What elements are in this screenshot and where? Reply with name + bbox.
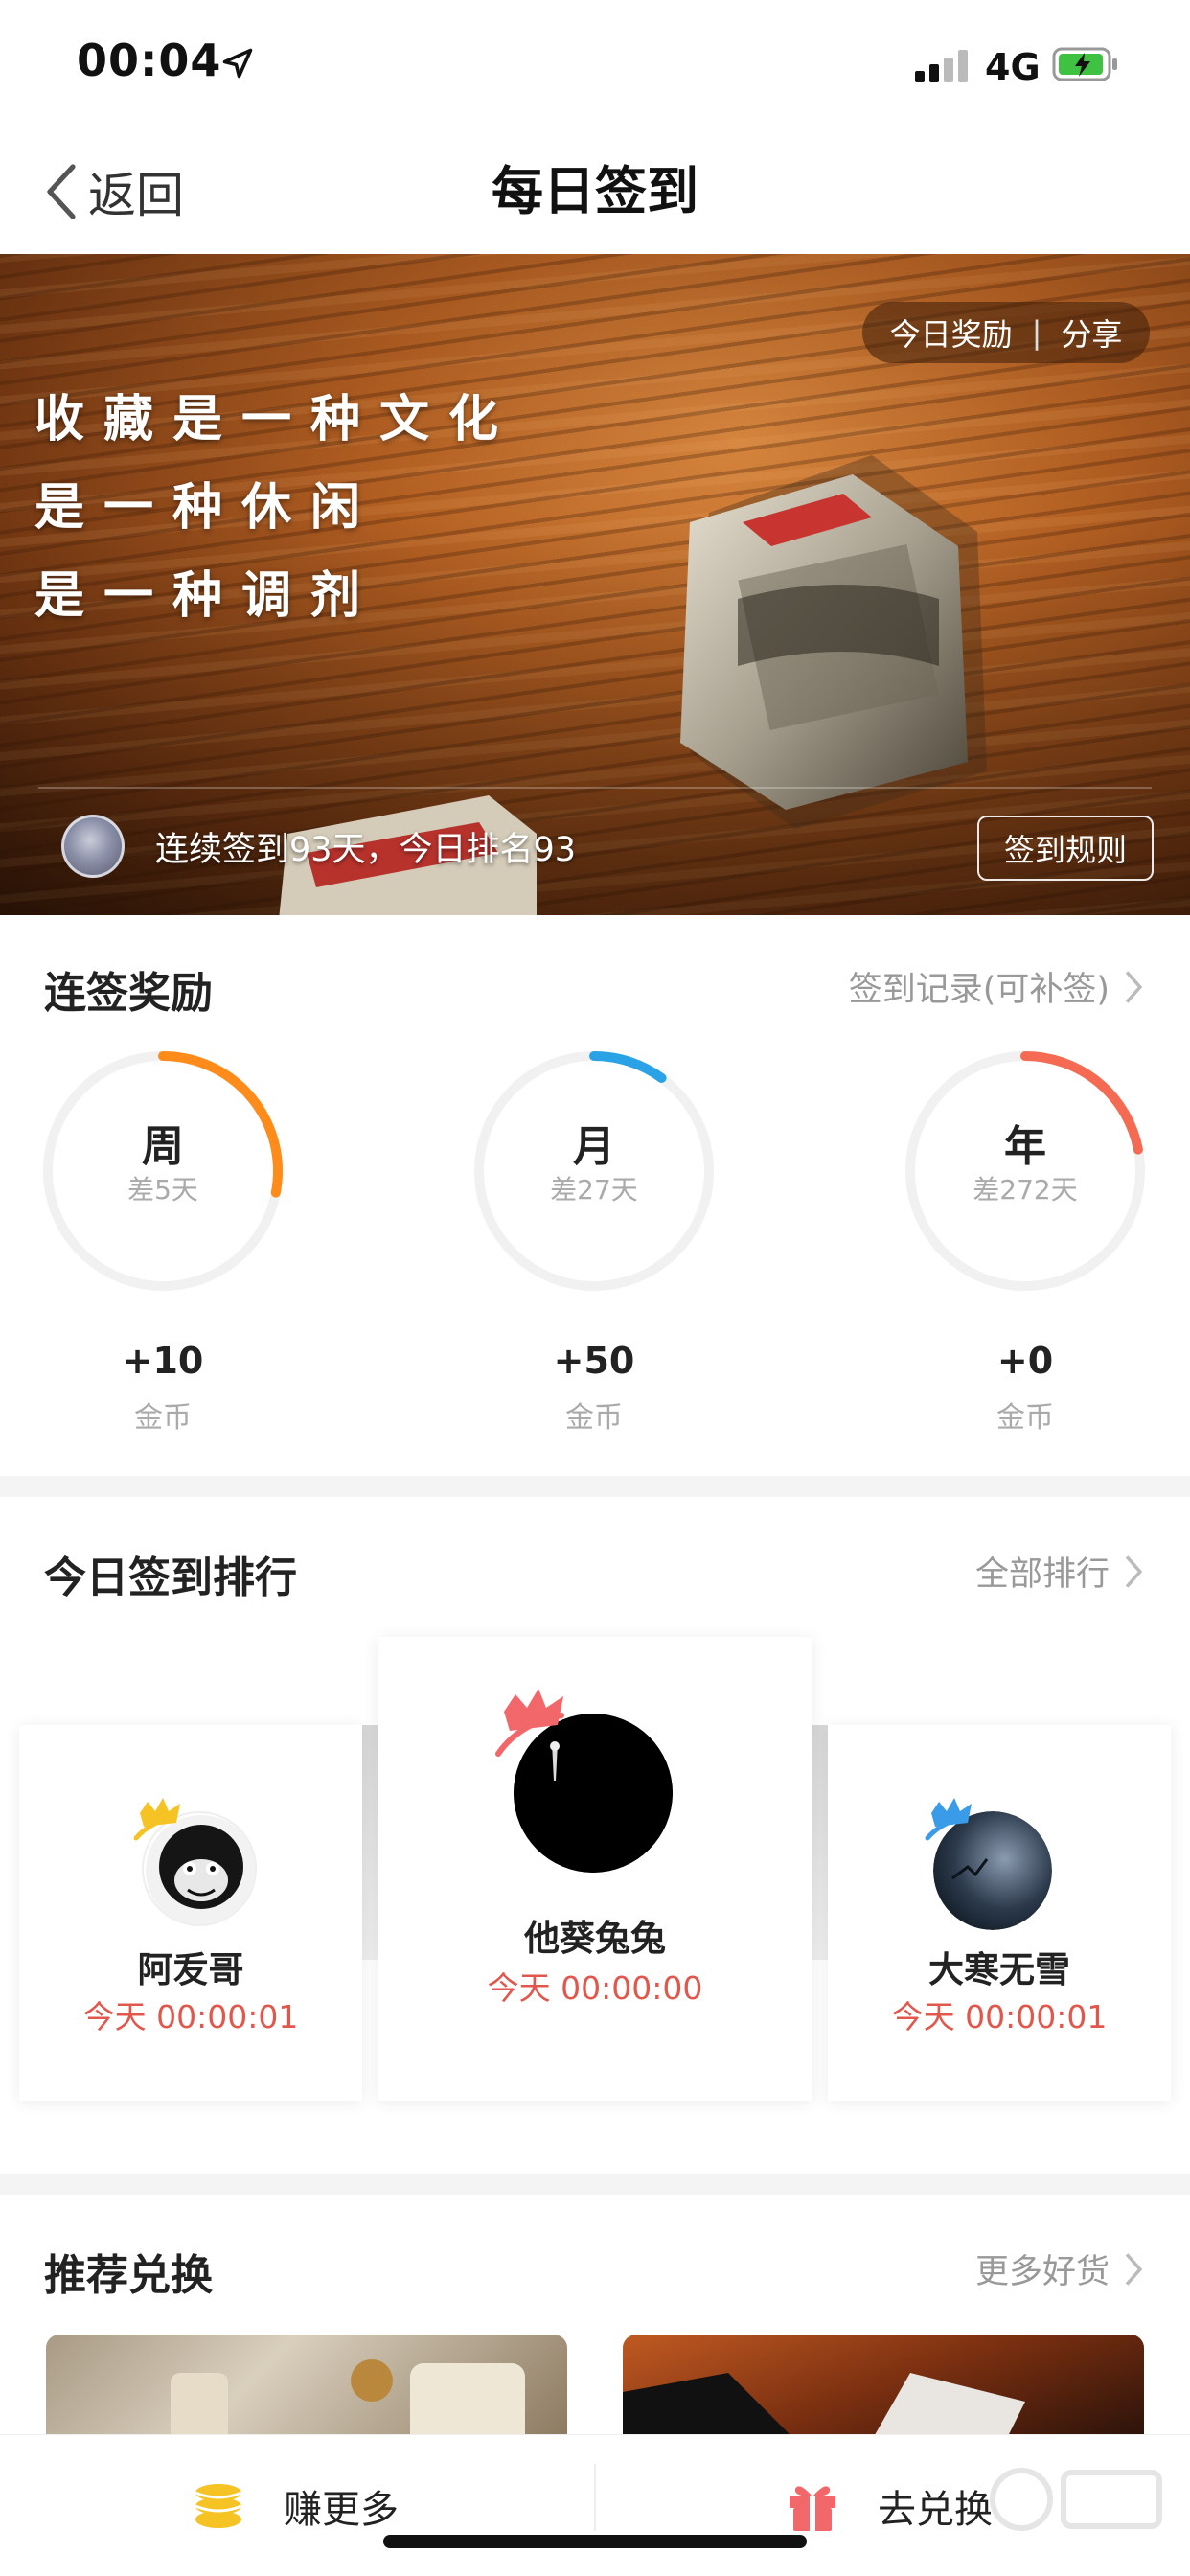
chevron-right-icon	[1125, 1554, 1143, 1588]
slogan-line: 是一种调剂	[34, 567, 380, 625]
reward-ring-year: 年 差272天	[901, 1046, 1150, 1296]
status-bar: 00:04 4G	[0, 0, 1190, 129]
share-link[interactable]: 分享	[1061, 310, 1122, 355]
ring-remaining: 差27天	[550, 1174, 638, 1206]
banner-actions: 今日奖励 | 分享	[862, 302, 1150, 363]
checkin-record-label: 签到记录(可补签)	[848, 971, 1110, 1009]
divider	[594, 2464, 596, 2531]
location-arrow-icon	[222, 48, 253, 79]
network-type: 4G	[985, 46, 1041, 88]
reward-ring-week: 周 差5天	[38, 1046, 287, 1296]
more-goods-link[interactable]: 更多好货	[975, 2244, 1144, 2293]
crown-icon	[925, 1798, 972, 1841]
nav-bar: 返回 每日签到	[0, 129, 1190, 254]
crown-icon	[495, 1689, 564, 1757]
checkin-status: 连续签到93天，今日排名93	[155, 831, 577, 869]
status-time: 00:04	[77, 34, 222, 86]
ring-label: 年	[1004, 1122, 1046, 1171]
earn-more-button[interactable]: 赚更多	[192, 2435, 399, 2576]
more-goods-label: 更多好货	[974, 2253, 1110, 2291]
slogan-line: 收藏是一种文化	[34, 391, 518, 448]
rank-card-second[interactable]: 阿叐哥 今天 00:00:01	[19, 1725, 362, 2101]
product-image	[623, 2373, 1025, 2440]
all-ranking-link[interactable]: 全部排行	[975, 1547, 1144, 1596]
section-gap	[0, 1476, 1190, 1497]
rank-time: 今天 00:00:01	[891, 1998, 1108, 2036]
reward-value: +10	[122, 1340, 204, 1382]
product-card-image[interactable]	[623, 2334, 1144, 2440]
reward-value: +0	[996, 1340, 1054, 1382]
recommend-title: 推荐兑换	[44, 2251, 213, 2300]
home-indicator	[383, 2535, 807, 2548]
chevron-right-icon	[1125, 970, 1143, 1003]
banner: 今日奖励 | 分享 收藏是一种文化 是一种休闲 是一种调剂 连续签到93天，今日…	[0, 254, 1190, 915]
rank-time: 今天 00:00:01	[82, 1998, 299, 2036]
slogan-line: 是一种休闲	[34, 479, 380, 537]
exchange-button[interactable]: 去兑换	[786, 2435, 993, 2576]
chevron-right-icon	[1125, 2252, 1143, 2286]
reward-value: +50	[553, 1340, 635, 1382]
reward-unit: 金币	[565, 1401, 623, 1435]
product-image	[171, 2359, 525, 2440]
signal-icon	[915, 50, 969, 82]
ranking-title: 今日签到排行	[44, 1553, 297, 1602]
ring-remaining: 差272天	[973, 1174, 1078, 1206]
gift-icon	[790, 2486, 835, 2531]
rank-name: 大寒无雪	[928, 1949, 1070, 1990]
section-gap	[0, 2174, 1190, 2195]
lighter-image	[680, 455, 987, 829]
ring-label: 月	[573, 1122, 615, 1171]
coins-icon	[195, 2484, 242, 2528]
ring-remaining: 差5天	[127, 1174, 198, 1206]
rank-card-third[interactable]: 大寒无雪 今天 00:00:01	[828, 1725, 1171, 2101]
watermark-logo	[990, 2468, 1162, 2531]
rank-name: 阿叐哥	[137, 1949, 244, 1990]
divider	[38, 787, 1152, 789]
battery-charging-icon	[1052, 47, 1117, 81]
reward-ring-month: 月 差27天	[469, 1046, 719, 1296]
product-card-image[interactable]	[46, 2334, 567, 2440]
checkin-record-link[interactable]: 签到记录(可补签)	[849, 962, 1144, 1011]
page-title: 每日签到	[492, 161, 698, 221]
reward-unit: 金币	[996, 1401, 1054, 1435]
ring-label: 周	[142, 1122, 184, 1171]
rank-time: 今天 00:00:00	[487, 1969, 703, 2007]
crown-icon	[133, 1798, 180, 1841]
exchange-label: 去兑换	[878, 2488, 993, 2532]
rank-name: 他葵兔兔	[524, 1918, 666, 1959]
avatar[interactable]	[61, 815, 125, 878]
action-separator: |	[1031, 314, 1042, 351]
today-reward-link[interactable]: 今日奖励	[890, 310, 1013, 355]
reward-unit: 金币	[134, 1401, 192, 1435]
checkin-rules-button[interactable]: 签到规则	[977, 816, 1154, 881]
rank-card-first[interactable]: 他葵兔兔 今天 00:00:00	[378, 1637, 812, 2101]
rewards-title: 连签奖励	[44, 969, 213, 1018]
all-ranking-label: 全部排行	[974, 1555, 1110, 1594]
earn-more-label: 赚更多	[284, 2488, 399, 2532]
